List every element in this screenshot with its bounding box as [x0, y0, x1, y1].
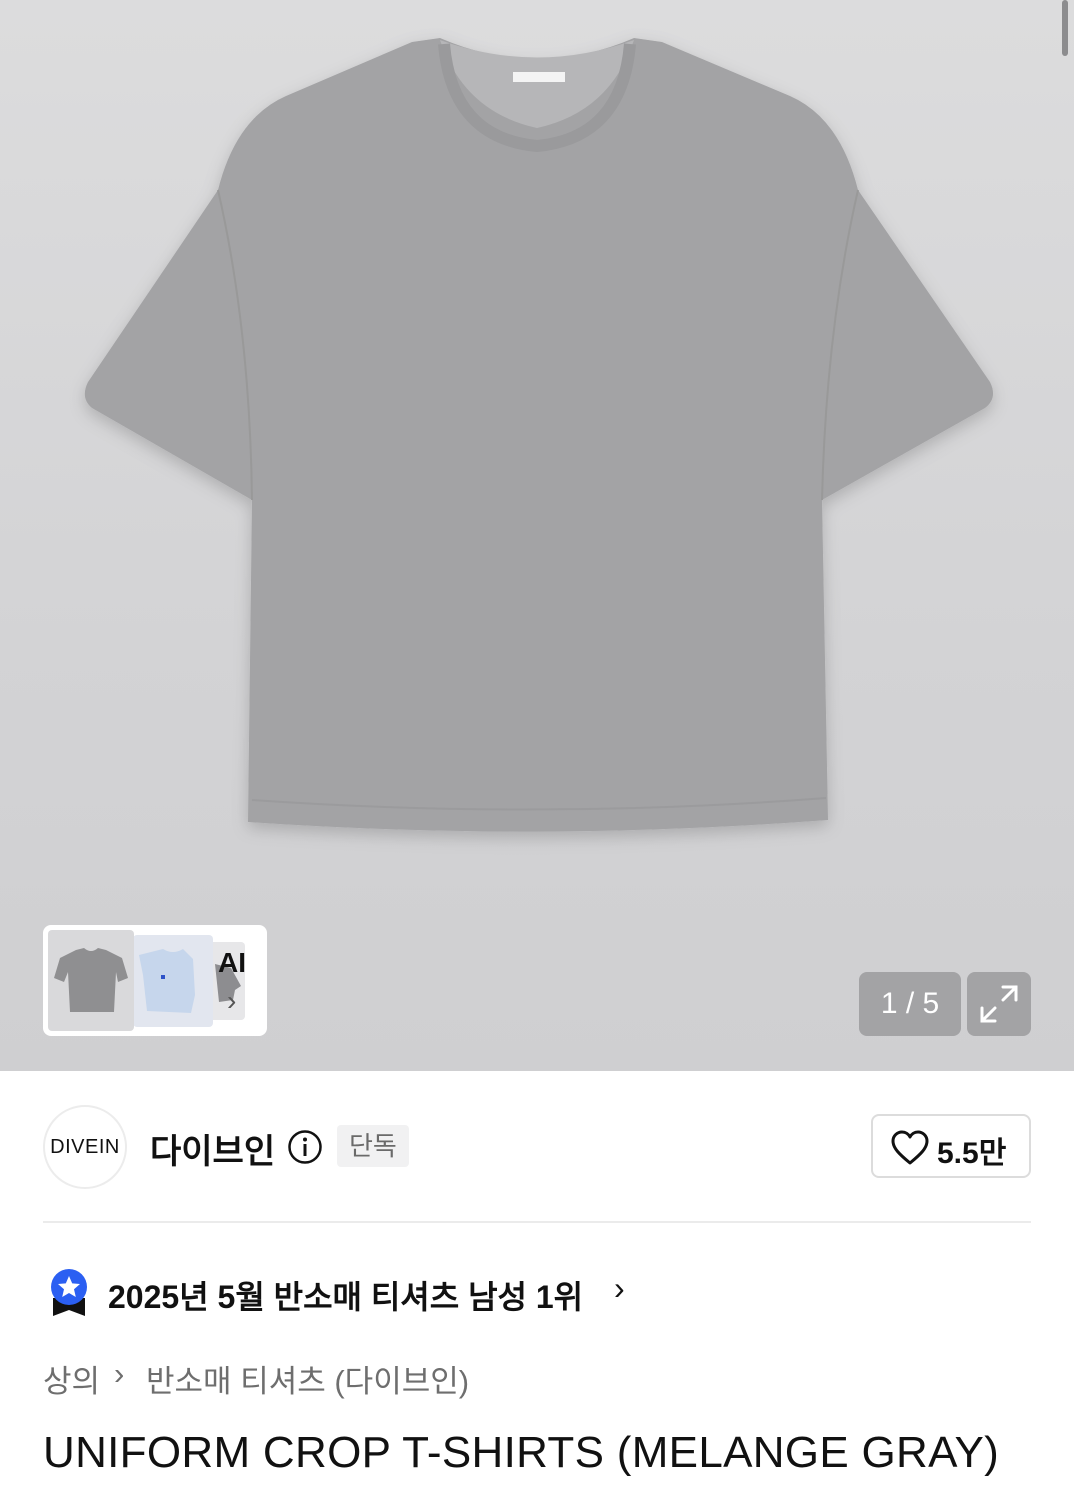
chevron-right-icon[interactable]: ›: [614, 1270, 625, 1307]
exclusive-badge: 단독: [337, 1125, 409, 1167]
info-icon[interactable]: [287, 1129, 323, 1165]
like-count: 5.5만: [937, 1137, 1007, 1170]
brand-name[interactable]: 다이브인: [150, 1124, 275, 1173]
brand-logo[interactable]: DIVEIN: [43, 1105, 127, 1189]
shirt-image: [84, 38, 994, 832]
product-image-gallery[interactable]: AI › 1 / 5: [0, 0, 1074, 1071]
like-button[interactable]: 5.5만: [871, 1114, 1031, 1178]
ai-style-thumbnails[interactable]: AI ›: [43, 925, 267, 1036]
ai-label: AI: [218, 947, 246, 978]
breadcrumb-level2[interactable]: 반소매 티셔츠 (다이브인): [146, 1356, 469, 1401]
heart-icon: [891, 1130, 929, 1165]
expand-button[interactable]: [967, 972, 1031, 1036]
ranking-badge-icon: [51, 1269, 87, 1316]
product-title: UNIFORM CROP T-SHIRTS (MELANGE GRAY): [43, 1428, 1000, 1477]
thumbnail-2[interactable]: [133, 935, 213, 1027]
divider: [43, 1221, 1031, 1223]
image-counter: 1 / 5: [859, 972, 961, 1036]
chevron-right-icon: ›: [227, 985, 237, 1016]
thumbnail-1[interactable]: [48, 930, 134, 1031]
breadcrumb-level1[interactable]: 상의: [43, 1356, 100, 1401]
expand-icon: [980, 985, 1018, 1023]
chevron-right-icon: ›: [114, 1356, 125, 1391]
scrollbar-thumb[interactable]: [1062, 0, 1068, 56]
ranking-text[interactable]: 2025년 5월 반소매 티셔츠 남성 1위: [108, 1272, 583, 1318]
